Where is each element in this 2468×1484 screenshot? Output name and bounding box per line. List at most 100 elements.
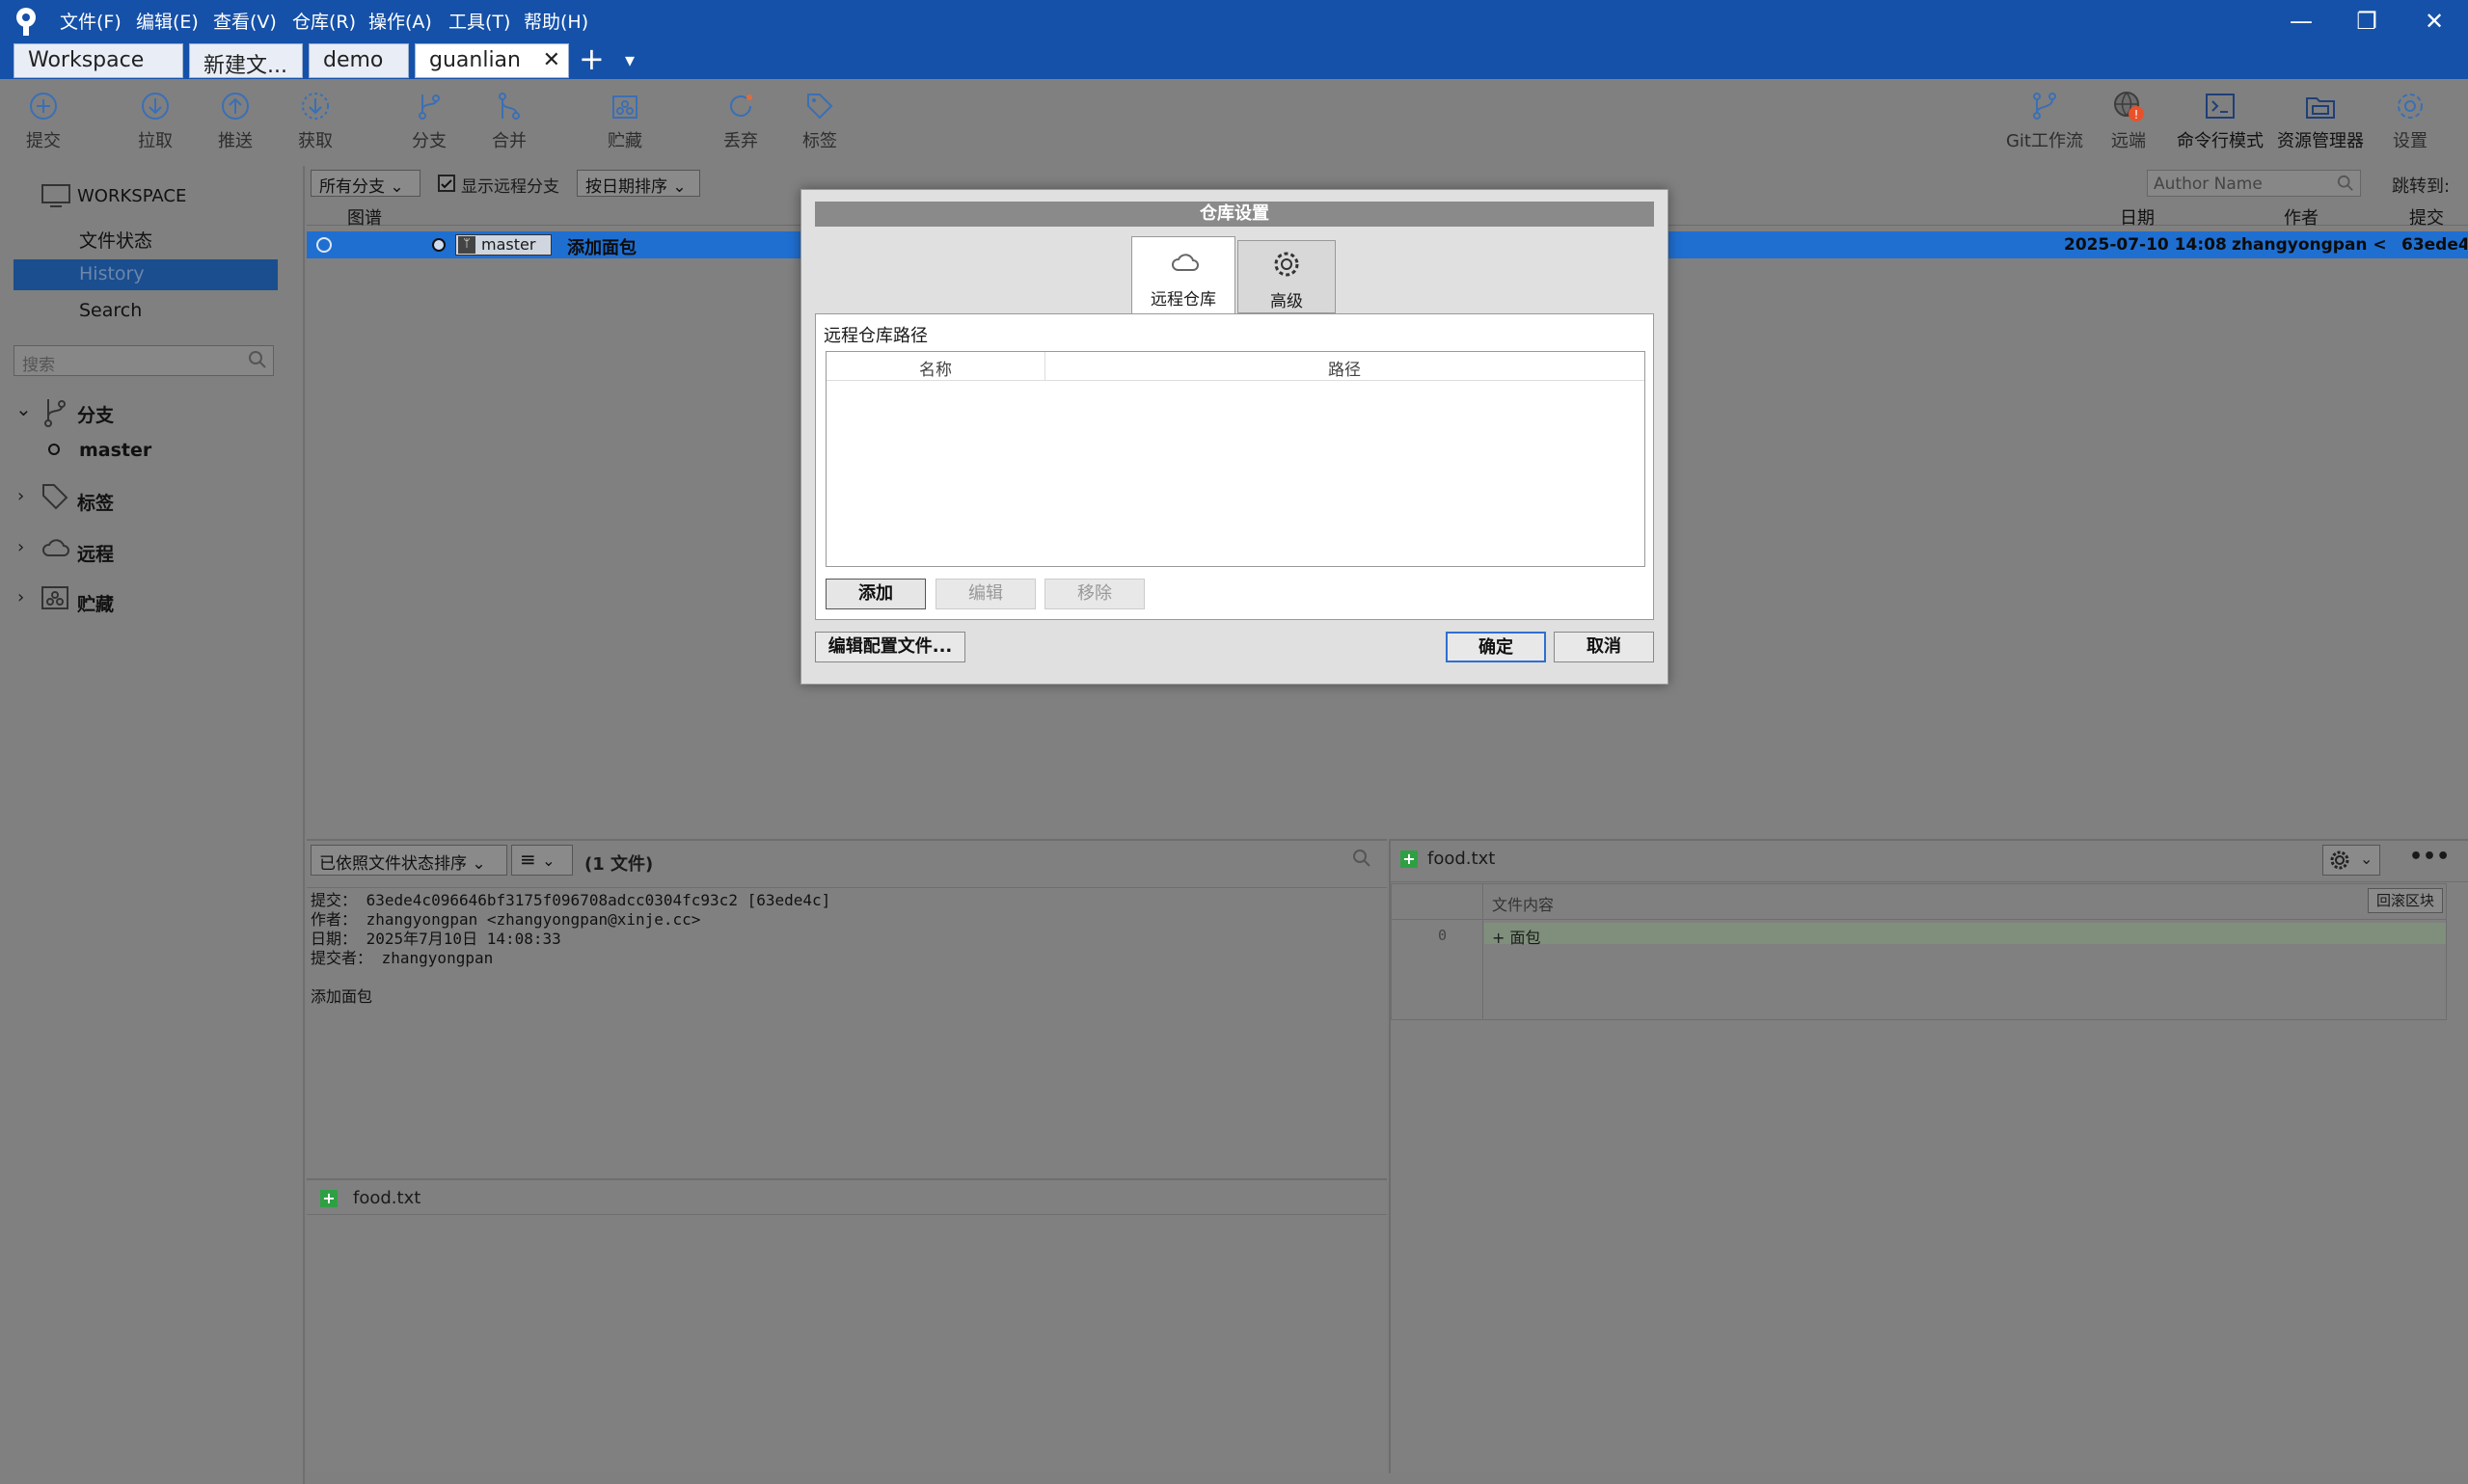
section-label: 远程仓库路径 [824, 326, 928, 346]
search-icon[interactable] [1352, 849, 1371, 872]
merge-button[interactable]: 合并 [466, 89, 553, 161]
settings-button[interactable]: 设置 [2367, 89, 2454, 161]
col-author[interactable]: 作者 [2284, 204, 2319, 229]
col-path[interactable]: 路径 [1045, 356, 1643, 380]
author-filter-input[interactable]: Author Name [2147, 170, 2361, 197]
discard-button[interactable]: 丢弃 [697, 89, 784, 161]
remotes-heading[interactable]: 远程 [77, 540, 114, 566]
chevron-right-icon[interactable]: › [17, 537, 24, 557]
branch-button[interactable]: 分支 [386, 89, 473, 161]
menu-file[interactable]: 文件(F) [60, 8, 122, 34]
push-button[interactable]: 推送 [192, 89, 279, 161]
view-mode-dropdown[interactable]: ≡ ⌄ [511, 845, 573, 876]
chevron-right-icon[interactable]: › [17, 486, 24, 506]
close-button[interactable]: ✕ [2405, 4, 2463, 39]
cancel-button[interactable]: 取消 [1554, 632, 1654, 662]
tab-demo[interactable]: demo [309, 43, 409, 78]
chevron-right-icon[interactable]: › [17, 587, 24, 607]
show-remote-label[interactable]: 显示远程分支 [461, 173, 559, 197]
hunk-header: 文件内容 [1492, 896, 1555, 914]
menu-help[interactable]: 帮助(H) [524, 8, 588, 34]
commit-button[interactable]: 提交 [0, 89, 87, 161]
tab-list-dropdown-icon[interactable]: ▾ [625, 48, 635, 71]
edit-remote-button[interactable]: 编辑 [936, 579, 1036, 609]
col-date[interactable]: 日期 [2120, 204, 2155, 229]
sidebar-item-search[interactable]: Search [79, 300, 142, 321]
jump-to-label[interactable]: 跳转到: [2392, 173, 2450, 198]
commit-label: 提交 [26, 131, 61, 151]
revert-hunk-button[interactable]: 回滚区块 [2368, 888, 2443, 913]
stashes-heading[interactable]: 贮藏 [77, 590, 114, 616]
menu-repository[interactable]: 仓库(R) [292, 8, 356, 34]
tag-button[interactable]: 标签 [776, 89, 863, 161]
push-label: 推送 [218, 131, 253, 151]
chevron-down-icon: ⌄ [672, 177, 687, 197]
pull-button[interactable]: 拉取 [112, 89, 199, 161]
add-tab-button[interactable]: + [579, 40, 605, 77]
menu-view[interactable]: 查看(V) [213, 8, 277, 34]
fetch-button[interactable]: 获取 [272, 89, 359, 161]
explorer-button[interactable]: 资源管理器 [2272, 89, 2369, 161]
diff-options-dropdown[interactable]: ⌄ [2322, 845, 2380, 876]
col-commit[interactable]: 提交 [2409, 204, 2444, 229]
show-remote-checkbox[interactable] [438, 175, 455, 192]
minimize-button[interactable]: — [2272, 4, 2330, 39]
chevron-down-icon: ⌄ [390, 177, 404, 197]
tab-label: 高级 [1270, 292, 1303, 311]
add-remote-button[interactable]: 添加 [826, 579, 926, 609]
remote-list[interactable]: 名称 路径 [826, 351, 1645, 567]
terminal-button[interactable]: 命令行模式 [2172, 89, 2268, 161]
tag-label: 标签 [802, 131, 837, 151]
file-sort-dropdown[interactable]: 已依照文件状态排序 ⌄ [311, 845, 507, 876]
divider [1392, 919, 2446, 920]
tab-close-icon[interactable]: ✕ [543, 48, 560, 72]
remote-icon: ! [2111, 89, 2146, 123]
branches-heading[interactable]: 分支 [77, 401, 114, 427]
tags-heading[interactable]: 标签 [77, 489, 114, 515]
branch-master[interactable]: master [79, 440, 151, 461]
workspace-heading: WORKSPACE [77, 186, 187, 206]
branch-filter-dropdown[interactable]: 所有分支 ⌄ [311, 170, 420, 197]
more-icon[interactable]: ••• [2409, 845, 2450, 869]
menu-tools[interactable]: 工具(T) [448, 8, 510, 34]
remove-remote-button[interactable]: 移除 [1044, 579, 1145, 609]
sidebar-item-label: History [79, 263, 145, 284]
ok-button[interactable]: 确定 [1446, 632, 1546, 662]
search-icon [2337, 175, 2354, 196]
settings-label: 设置 [2393, 131, 2427, 151]
gitflow-button[interactable]: Git工作流 [1998, 89, 2091, 161]
restore-button[interactable]: ❐ [2338, 4, 2396, 39]
committer-line: 提交者： zhangyongpan [311, 949, 494, 967]
sidebar-item-history[interactable]: History [14, 259, 278, 290]
col-graph[interactable]: 图谱 [347, 204, 382, 229]
merge-label: 合并 [492, 131, 527, 151]
edit-config-button[interactable]: 编辑配置文件... [815, 632, 965, 662]
commit-hash-line[interactable]: 提交： 63ede4c096646bf3175f096708adcc0304fc… [311, 891, 830, 910]
tab-remote-repos[interactable]: 远程仓库 [1131, 236, 1235, 313]
pull-label: 拉取 [138, 131, 173, 151]
menu-actions[interactable]: 操作(A) [368, 8, 432, 34]
tab-workspace[interactable]: Workspace [14, 43, 183, 78]
sidebar-item-file-status[interactable]: 文件状态 [79, 227, 152, 253]
menu-edit[interactable]: 编辑(E) [136, 8, 199, 34]
chevron-down-icon[interactable]: ⌄ [15, 397, 32, 420]
remote-button[interactable]: ! 远端 [2085, 89, 2172, 161]
author-line: 作者： zhangyongpan <zhangyongpan@xinje.cc> [311, 910, 701, 929]
dropdown-value: 已依照文件状态排序 [319, 854, 467, 874]
tab-guanlian[interactable]: guanlian ✕ [415, 43, 569, 78]
file-row[interactable]: + food.txt [307, 1180, 1387, 1215]
tag-icon [41, 482, 69, 515]
monitor-icon [41, 183, 71, 212]
terminal-icon [2203, 89, 2237, 123]
discard-icon [723, 89, 758, 123]
stash-button[interactable]: 贮藏 [582, 89, 668, 161]
tab-advanced[interactable]: 高级 [1237, 240, 1336, 313]
pull-icon [138, 89, 173, 123]
col-name[interactable]: 名称 [827, 356, 1044, 380]
merge-icon [492, 89, 527, 123]
sidebar-search-input[interactable]: 搜索 [14, 345, 274, 376]
search-icon [248, 350, 267, 373]
tag-icon [802, 89, 837, 123]
sort-dropdown[interactable]: 按日期排序 ⌄ [577, 170, 700, 197]
tab-new[interactable]: 新建文... [189, 43, 303, 78]
